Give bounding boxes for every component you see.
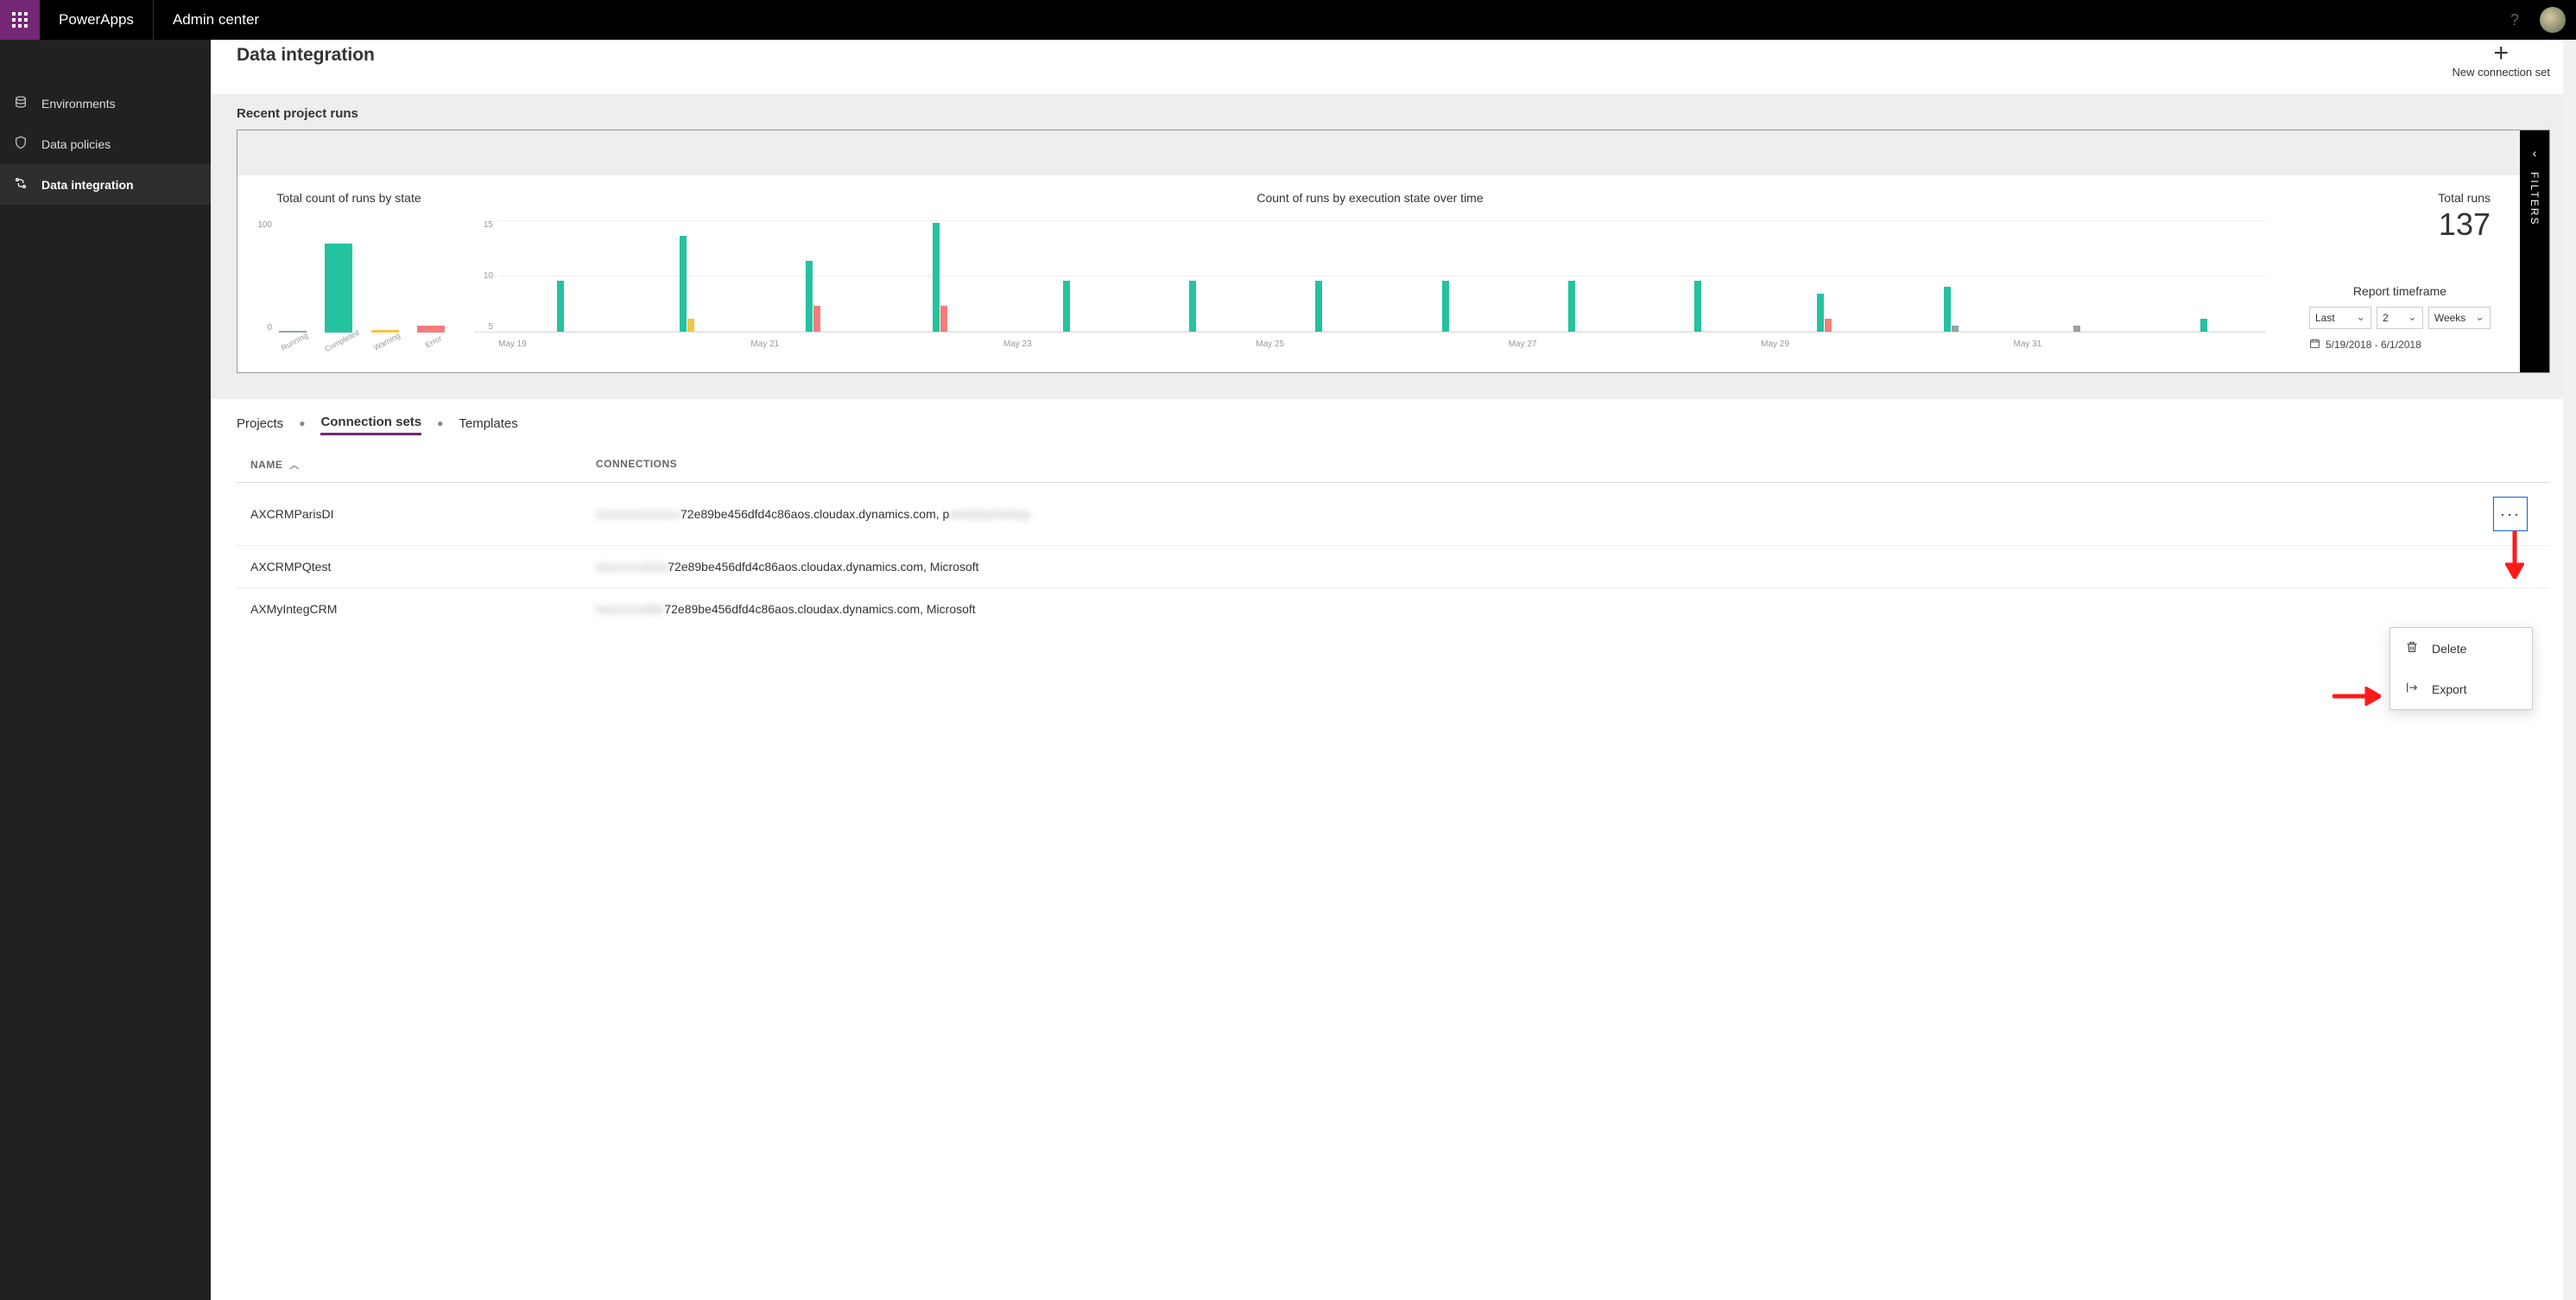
total-runs-label: Total runs	[2309, 191, 2491, 205]
totals-panel: Total runs 137 Report timeframe Last 2 W…	[2292, 191, 2508, 352]
table-row[interactable]: AXCRMPQtest intxxxxxxttala72e89be456dfd4…	[237, 546, 2550, 588]
timeframe-mode-select[interactable]: Last	[2309, 307, 2371, 329]
shield-icon	[12, 136, 29, 152]
export-icon	[2404, 681, 2420, 697]
timeframe-unit-select[interactable]: Weeks	[2428, 307, 2491, 329]
context-menu-export-label: Export	[2432, 682, 2466, 696]
annotation-arrow-down	[2505, 530, 2524, 587]
chart-panel: Total count of runs by state 1000 Runnin…	[237, 130, 2550, 373]
trash-icon	[2404, 640, 2420, 656]
recent-runs-title: Recent project runs	[237, 106, 2550, 121]
column-header-connections[interactable]: CONNECTIONS	[596, 458, 2493, 472]
top-bar: PowerApps Admin center ?	[0, 0, 2576, 40]
row-name: AXCRMPQtest	[250, 560, 596, 574]
filters-toggle[interactable]: ‹ FILTERS	[2520, 130, 2549, 372]
annotation-arrow-right	[2332, 675, 2381, 714]
page-title: Data integration	[237, 45, 375, 66]
table-row[interactable]: AXCRMParisDI xxxxxxxxxxxxxx72e89be456dfd…	[237, 483, 2550, 546]
waffle-icon	[12, 12, 28, 28]
help-icon[interactable]: ?	[2500, 11, 2529, 29]
new-connection-set-button[interactable]: + New connection set	[2453, 41, 2550, 79]
sidebar-item-label: Data policies	[41, 137, 111, 151]
tab-connection-sets[interactable]: Connection sets	[320, 411, 421, 435]
app-launcher-button[interactable]	[0, 0, 40, 40]
tab-bar: Projects ● Connection sets ● Templates	[211, 399, 2576, 441]
row-connections: xxxxxxxxxxxxxx72e89be456dfd4c86aos.cloud…	[596, 507, 2493, 521]
connection-sets-table: NAME ︿ CONNECTIONS AXCRMParisDI xxxxxxxx…	[237, 447, 2550, 630]
scrollbar[interactable]	[2563, 40, 2576, 1300]
row-more-actions-button[interactable]: ···	[2493, 497, 2528, 531]
timeframe-label: Report timeframe	[2309, 284, 2491, 298]
context-menu-export[interactable]: Export	[2390, 669, 2532, 709]
tab-separator: ●	[299, 417, 305, 429]
timeframe-date-range: 5/19/2018 - 6/1/2018	[2326, 339, 2421, 351]
integration-icon	[12, 176, 29, 193]
tab-projects[interactable]: Projects	[237, 413, 283, 434]
main-content: Data integration + New connection set Re…	[211, 40, 2576, 1300]
sidebar-item-data-integration[interactable]: Data integration	[0, 164, 211, 205]
tab-separator: ●	[437, 417, 443, 429]
brand-label[interactable]: PowerApps	[40, 0, 154, 40]
new-connection-set-label: New connection set	[2453, 66, 2550, 79]
chart2-title: Count of runs by execution state over ti…	[474, 191, 2266, 205]
sidebar-item-label: Environments	[41, 97, 116, 111]
timeframe-count-select[interactable]: 2	[2377, 307, 2423, 329]
sidebar-item-data-policies[interactable]: Data policies	[0, 124, 211, 164]
row-name: AXMyIntegCRM	[250, 602, 596, 616]
tab-templates[interactable]: Templates	[459, 413, 517, 434]
user-avatar[interactable]	[2540, 7, 2566, 33]
layers-icon	[12, 95, 29, 111]
chart-runs-by-state: Total count of runs by state 1000 Runnin…	[250, 191, 448, 352]
context-menu-delete-label: Delete	[2432, 642, 2466, 656]
row-connections: intxxxxxxtttle72e89be456dfd4c86aos.cloud…	[596, 602, 2493, 616]
chevron-left-icon: ‹	[2533, 146, 2537, 160]
sort-ascending-icon: ︿	[289, 458, 300, 472]
total-runs-value: 137	[2309, 206, 2491, 243]
row-name: AXCRMParisDI	[250, 507, 596, 521]
column-header-name[interactable]: NAME ︿	[250, 458, 596, 472]
table-row[interactable]: AXMyIntegCRM intxxxxxxtttle72e89be456dfd…	[237, 588, 2550, 630]
row-context-menu: Delete Export	[2389, 627, 2533, 710]
filters-label: FILTERS	[2529, 172, 2541, 225]
sidebar-item-environments[interactable]: Environments	[0, 83, 211, 124]
chart1-title: Total count of runs by state	[250, 191, 448, 205]
chart-runs-over-time: Count of runs by execution state over ti…	[474, 191, 2266, 352]
app-subtitle: Admin center	[154, 11, 278, 29]
calendar-icon	[2309, 338, 2320, 352]
context-menu-delete[interactable]: Delete	[2390, 628, 2532, 669]
sidebar: Environments Data policies Data integrat…	[0, 40, 211, 1300]
row-connections: intxxxxxxttala72e89be456dfd4c86aos.cloud…	[596, 560, 2493, 574]
plus-icon: +	[2453, 41, 2550, 66]
sidebar-item-label: Data integration	[41, 178, 134, 192]
